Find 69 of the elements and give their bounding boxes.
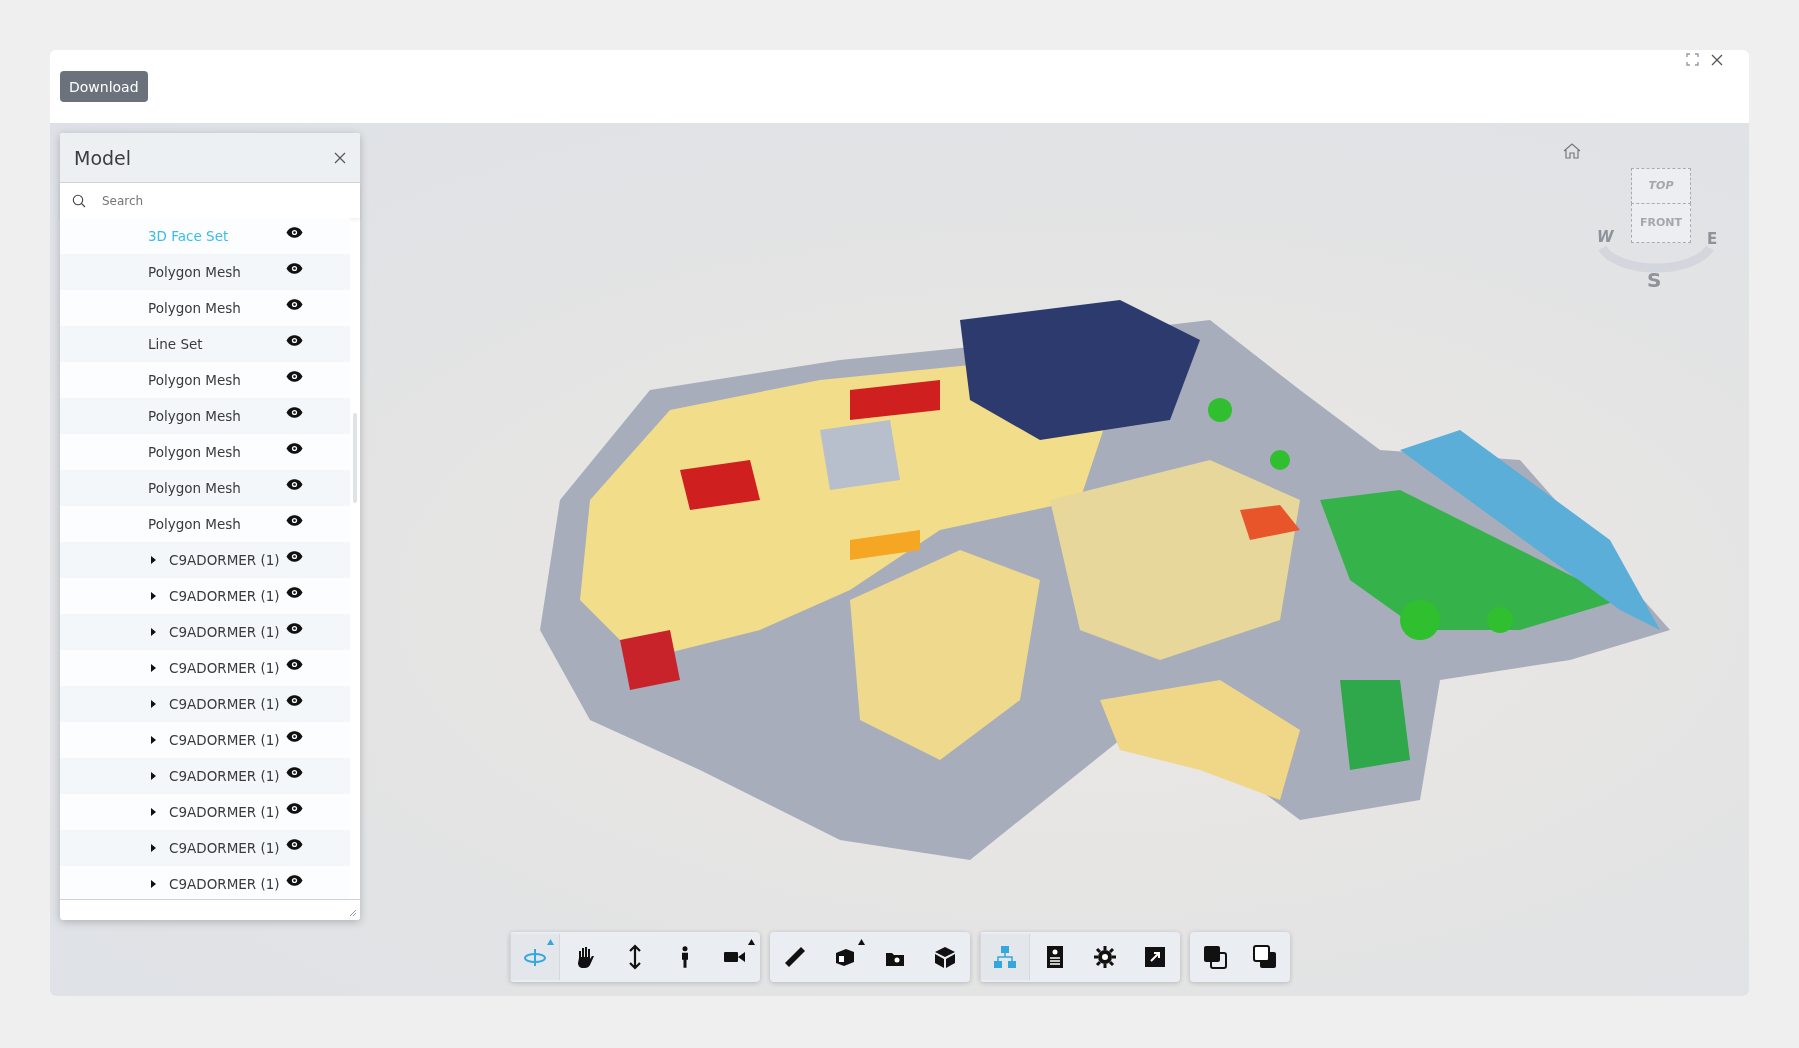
compass-west: W (1597, 228, 1614, 246)
tree-item[interactable]: C9ADORMER (1) (169, 696, 280, 712)
hierarchy-icon (992, 944, 1018, 970)
tree-item[interactable]: C9ADORMER (1) (169, 660, 280, 676)
person-icon (681, 946, 689, 968)
eye-icon[interactable] (286, 299, 303, 310)
eye-icon[interactable] (286, 515, 303, 526)
close-icon[interactable] (334, 151, 346, 164)
caret-icon[interactable] (149, 591, 157, 601)
caret-icon[interactable] (149, 627, 157, 637)
eye-icon[interactable] (286, 659, 303, 670)
eye-icon[interactable] (286, 587, 303, 598)
eye-icon[interactable] (286, 479, 303, 490)
eye-icon[interactable] (286, 371, 303, 382)
eye-icon[interactable] (286, 803, 303, 814)
caret-icon[interactable] (149, 807, 157, 817)
download-button[interactable]: Download (60, 71, 148, 102)
caret-icon[interactable] (149, 663, 157, 673)
overlapping-squares-icon (1252, 944, 1278, 970)
eye-icon[interactable] (286, 839, 303, 850)
tree-item[interactable]: Polygon Mesh (148, 516, 241, 532)
tree-item[interactable]: Polygon Mesh (148, 372, 241, 388)
search-icon (72, 193, 86, 208)
scrollbar-thumb[interactable] (353, 413, 357, 503)
overlapping-squares-icon (1202, 944, 1228, 970)
cube-icon (932, 944, 958, 970)
caret-icon[interactable] (149, 735, 157, 745)
tree-item[interactable]: Polygon Mesh (148, 264, 241, 280)
eye-icon[interactable] (286, 263, 303, 274)
tree-item[interactable]: C9ADORMER (1) (169, 876, 280, 892)
eye-icon[interactable] (286, 623, 303, 634)
tree-item[interactable]: Polygon Mesh (148, 300, 241, 316)
tree-item[interactable]: C9ADORMER (1) (169, 624, 280, 640)
eye-icon[interactable] (286, 335, 303, 346)
eye-icon[interactable] (286, 731, 303, 742)
close-icon[interactable] (1711, 53, 1723, 66)
eye-icon[interactable] (286, 551, 303, 562)
tree-item[interactable]: Polygon Mesh (148, 444, 241, 460)
tree-item[interactable]: Polygon Mesh (148, 480, 241, 496)
tree-item[interactable]: Line Set (148, 336, 203, 352)
menu-indicator-icon (547, 939, 554, 945)
menu-indicator-icon (748, 939, 755, 945)
home-icon[interactable] (1562, 142, 1582, 160)
expand-square-icon (1142, 944, 1168, 970)
eye-icon[interactable] (286, 767, 303, 778)
caret-icon[interactable] (149, 771, 157, 781)
tree-item[interactable]: C9ADORMER (1) (169, 840, 280, 856)
tree-item[interactable]: C9ADORMER (1) (169, 552, 280, 568)
tree-item[interactable]: C9ADORMER (1) (169, 732, 280, 748)
caret-icon[interactable] (149, 879, 157, 889)
tree-item[interactable]: C9ADORMER (1) (169, 588, 280, 604)
menu-indicator-icon (858, 939, 865, 945)
tree-item[interactable]: C9ADORMER (1) (169, 768, 280, 784)
settings-icon (1092, 944, 1118, 970)
panel-title: Model (74, 146, 132, 169)
resize-handle-icon[interactable] (349, 909, 357, 917)
tree-item[interactable]: C9ADORMER (1) (169, 804, 280, 820)
eye-icon[interactable] (286, 407, 303, 418)
eye-icon[interactable] (286, 443, 303, 454)
tree-item[interactable]: Polygon Mesh (148, 408, 241, 424)
eye-icon[interactable] (286, 875, 303, 886)
search-field[interactable]: Search (100, 192, 348, 209)
caret-icon[interactable] (149, 843, 157, 853)
caret-icon[interactable] (149, 555, 157, 565)
compass-south: S (1647, 268, 1662, 292)
eye-icon[interactable] (286, 695, 303, 706)
eye-icon[interactable] (286, 227, 303, 238)
caret-icon[interactable] (149, 699, 157, 709)
compass-east: E (1707, 230, 1718, 248)
